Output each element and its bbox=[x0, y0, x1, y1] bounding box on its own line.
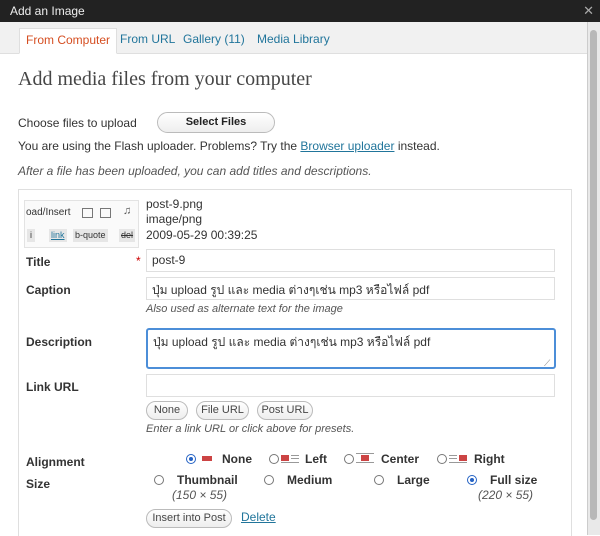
link-file-url-button[interactable]: File URL bbox=[196, 401, 249, 420]
scrollbar-thumb[interactable] bbox=[590, 30, 597, 520]
tab-bar: From Computer From URL Gallery (11) Medi… bbox=[0, 22, 588, 54]
size-medium-label: Medium bbox=[287, 473, 333, 487]
align-left-icon bbox=[281, 453, 299, 464]
resize-handle-icon[interactable]: ⟋ bbox=[544, 358, 550, 369]
link-url-help: Enter a link URL or click above for pres… bbox=[146, 423, 355, 435]
media-video-icon bbox=[100, 208, 111, 218]
size-thumbnail-radio[interactable] bbox=[154, 475, 164, 485]
description-label: Description bbox=[26, 335, 93, 349]
align-center-icon bbox=[356, 453, 374, 464]
size-large-radio[interactable] bbox=[374, 475, 384, 485]
align-right-icon bbox=[449, 453, 467, 464]
scrollbar[interactable] bbox=[587, 22, 600, 535]
editor-italic-button: i bbox=[27, 229, 35, 242]
editor-toolbar-label: oad/Insert bbox=[26, 207, 71, 218]
page-title: Add media files from your computer bbox=[18, 68, 312, 90]
alignment-none-label: None bbox=[222, 452, 252, 466]
alignment-center-label: Center bbox=[381, 452, 420, 466]
size-full-label: Full size bbox=[490, 473, 538, 487]
alignment-center-radio[interactable] bbox=[344, 454, 354, 464]
size-full-dims: (220 × 55) bbox=[478, 488, 534, 502]
alignment-left-radio[interactable] bbox=[269, 454, 279, 464]
alignment-right-radio[interactable] bbox=[437, 454, 447, 464]
required-mark: * bbox=[136, 254, 141, 268]
editor-link-button: link bbox=[49, 229, 67, 242]
editor-del-button: del bbox=[119, 229, 136, 242]
size-full-radio[interactable] bbox=[467, 475, 477, 485]
size-large-label: Large bbox=[397, 473, 430, 487]
flash-uploader-text: You are using the Flash uploader. Proble… bbox=[18, 139, 440, 153]
description-textarea[interactable]: ปุ่ม upload รูป และ media ต่างๆเช่น mp3 … bbox=[146, 328, 556, 369]
select-files-button[interactable]: Select Files bbox=[157, 112, 275, 133]
choose-files-label: Choose files to upload bbox=[18, 116, 137, 130]
dialog-titlebar: Add an Image ✕ bbox=[0, 0, 600, 22]
tab-gallery[interactable]: Gallery (11) bbox=[177, 28, 251, 52]
alignment-right-label: Right bbox=[474, 452, 505, 466]
size-thumbnail-label: Thumbnail bbox=[177, 473, 238, 487]
tab-from-url[interactable]: From URL bbox=[114, 28, 181, 52]
close-icon[interactable]: ✕ bbox=[583, 0, 594, 22]
link-url-label: Link URL bbox=[26, 380, 79, 394]
flash-text-end: instead. bbox=[397, 139, 440, 153]
size-label: Size bbox=[26, 477, 51, 491]
title-label: Title bbox=[26, 255, 51, 269]
size-medium-radio[interactable] bbox=[264, 475, 274, 485]
file-name: post-9.png bbox=[146, 197, 203, 211]
link-url-input[interactable] bbox=[146, 374, 555, 397]
alignment-label: Alignment bbox=[26, 455, 85, 469]
file-type: image/png bbox=[146, 212, 203, 226]
insert-into-post-button[interactable]: Insert into Post bbox=[146, 509, 232, 528]
size-thumbnail-dims: (150 × 55) bbox=[172, 488, 228, 502]
link-none-button[interactable]: None bbox=[146, 401, 188, 420]
after-upload-hint: After a file has been uploaded, you can … bbox=[18, 164, 372, 178]
title-input[interactable]: post-9 bbox=[146, 249, 555, 272]
delete-link[interactable]: Delete bbox=[241, 510, 276, 524]
alignment-left-label: Left bbox=[305, 452, 327, 466]
flash-text: You are using the Flash uploader. Proble… bbox=[18, 139, 298, 153]
align-none-icon bbox=[199, 453, 217, 464]
browser-uploader-link[interactable]: Browser uploader bbox=[300, 139, 394, 153]
dialog-title: Add an Image bbox=[10, 4, 85, 18]
link-post-url-button[interactable]: Post URL bbox=[257, 401, 313, 420]
caption-label: Caption bbox=[26, 283, 71, 297]
caption-input[interactable]: ปุ่ม upload รูป และ media ต่างๆเช่น mp3 … bbox=[146, 277, 555, 300]
tab-media-library[interactable]: Media Library bbox=[251, 28, 336, 52]
editor-bquote-button: b-quote bbox=[73, 229, 108, 242]
alignment-none-radio[interactable] bbox=[186, 454, 196, 464]
tab-from-computer[interactable]: From Computer bbox=[19, 28, 118, 54]
media-image-icon bbox=[82, 208, 93, 218]
image-thumbnail: oad/Insert ♫ i link b-quote del bbox=[24, 200, 139, 248]
file-date: 2009-05-29 00:39:25 bbox=[146, 228, 258, 242]
media-audio-icon: ♫ bbox=[123, 205, 132, 217]
caption-help: Also used as alternate text for the imag… bbox=[146, 303, 343, 315]
